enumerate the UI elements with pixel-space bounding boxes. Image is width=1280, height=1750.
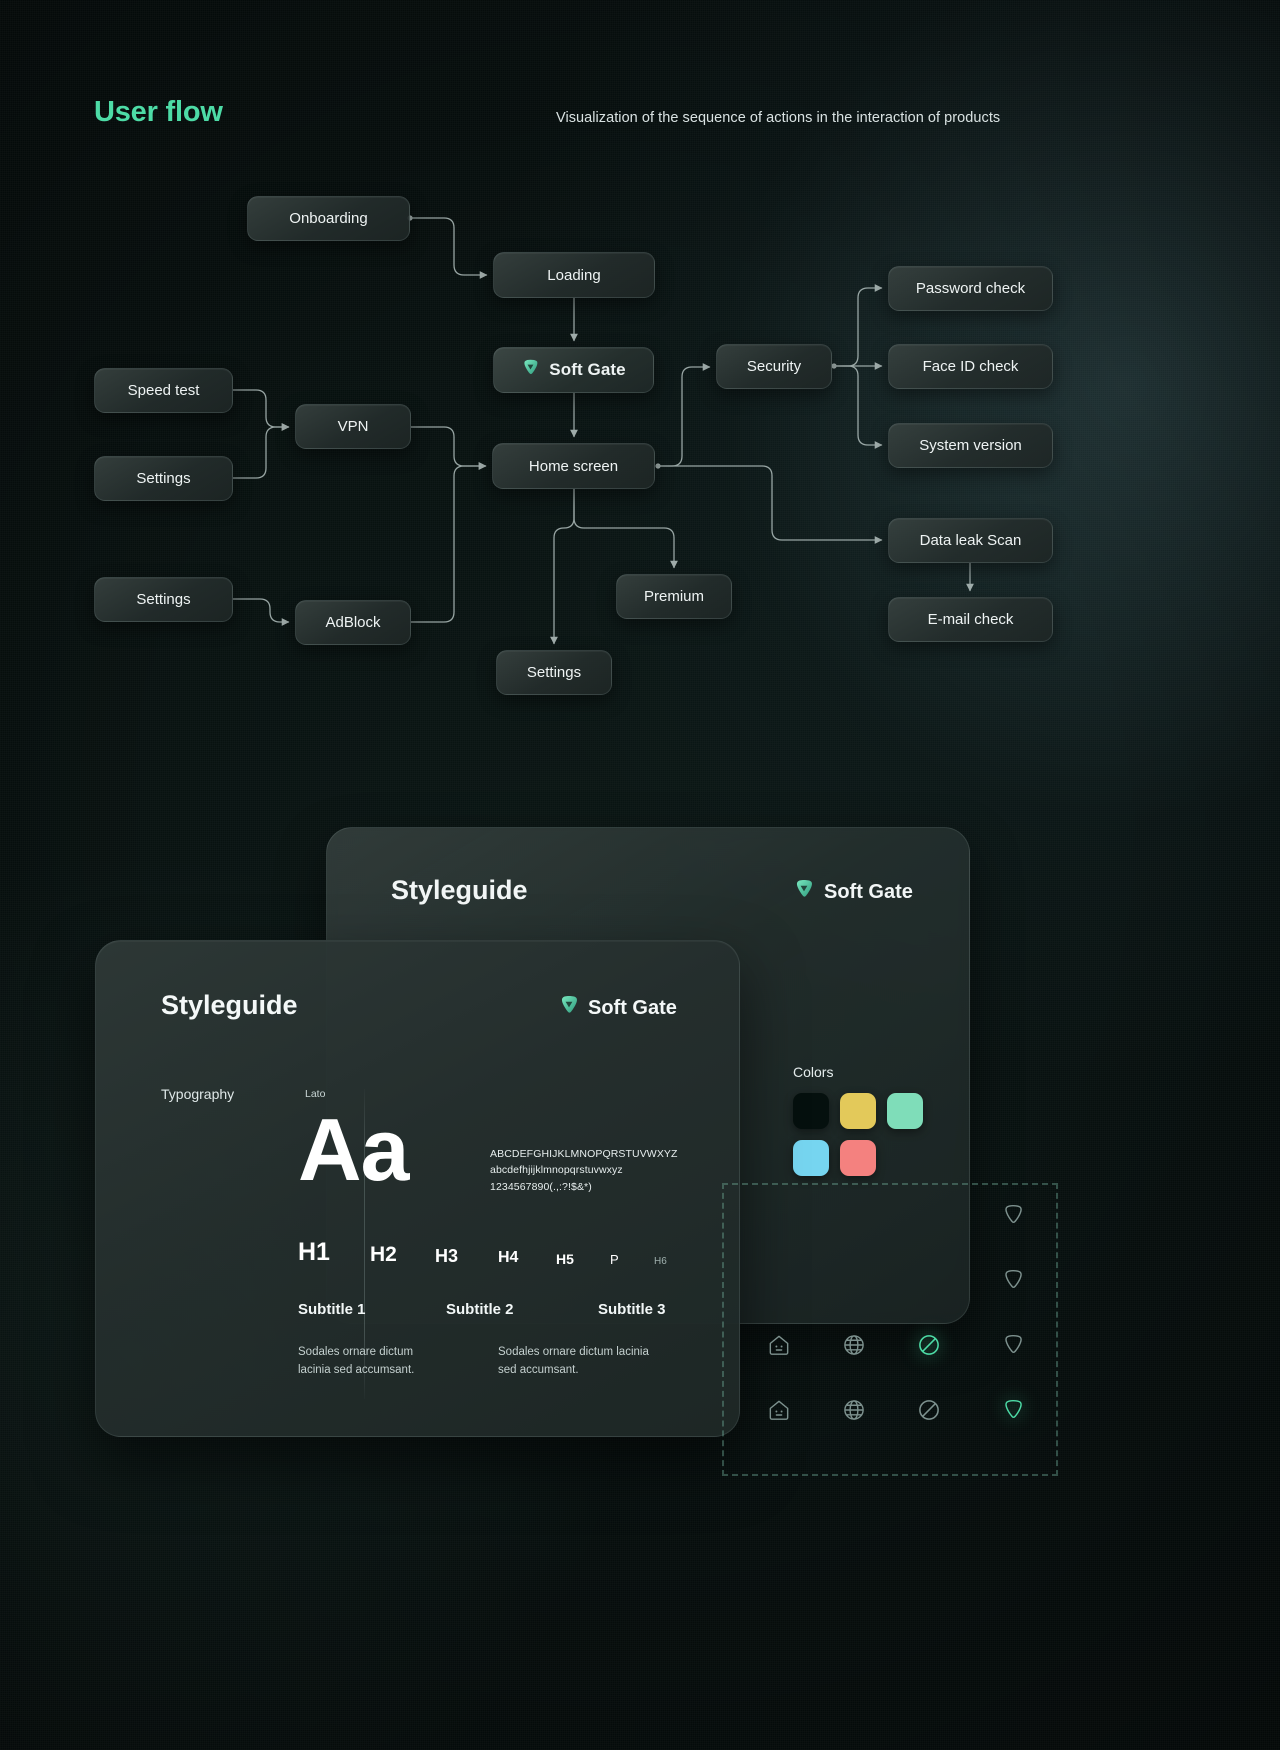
brand-lockup-front: Soft Gate (558, 994, 677, 1022)
flow-node-face-id[interactable]: Face ID check (888, 344, 1053, 389)
shield-icon[interactable] (998, 1265, 1028, 1295)
subtitle-sample-2: Subtitle 2 (446, 1301, 514, 1318)
user-flow-diagram: Onboarding Loading Soft Gate Home screen Sp… (0, 0, 1280, 760)
globe-icon[interactable] (839, 1330, 869, 1360)
icon-set-grid (736, 1200, 1046, 1460)
flow-node-label: Face ID check (922, 358, 1019, 375)
flow-node-speed-test[interactable]: Speed test (94, 368, 233, 413)
flow-node-label: Soft Gate (549, 360, 626, 379)
flow-node-label: Onboarding (289, 210, 368, 227)
home-icon[interactable] (764, 1330, 794, 1360)
flow-node-home-screen[interactable]: Home screen (492, 443, 655, 489)
flow-node-settings-1[interactable]: Settings (94, 456, 233, 501)
flow-node-label: Security (746, 358, 802, 375)
shield-triangle-icon (793, 878, 815, 906)
flow-node-loading[interactable]: Loading (493, 252, 655, 298)
charset-lowercase: abcdefhjijklmnopqrstuvwxyz (490, 1164, 623, 1177)
block-icon[interactable] (914, 1330, 944, 1360)
flow-node-soft-gate[interactable]: Soft Gate (493, 347, 654, 393)
shield-triangle-icon (521, 358, 540, 382)
flow-node-label: Speed test (127, 382, 200, 399)
flow-node-label: Home screen (528, 457, 619, 475)
subtitle-sample-3: Subtitle 3 (598, 1301, 666, 1318)
shield-icon[interactable] (998, 1330, 1028, 1360)
flow-node-label: Settings (526, 664, 582, 681)
flow-node-vpn[interactable]: VPN (295, 404, 411, 449)
flow-node-label: E-mail check (927, 611, 1014, 628)
charset-numerals: 1234567890(.,:?!$&*) (490, 1180, 592, 1193)
heading-sample-h4: H4 (498, 1249, 519, 1266)
body-text-column-1: Sodales ornare dictum lacinia sed accums… (298, 1346, 415, 1376)
flow-node-label: Data leak Scan (919, 532, 1022, 549)
flow-node-onboarding[interactable]: Onboarding (247, 196, 410, 241)
subtitle-sample-1: Subtitle 1 (298, 1301, 366, 1318)
shield-triangle-icon (558, 994, 580, 1022)
styleguide-front-title: Styleguide (161, 990, 298, 1020)
color-swatch-mint[interactable] (887, 1093, 923, 1129)
brand-name-back: Soft Gate (824, 880, 913, 903)
font-family-name: Lato (305, 1088, 326, 1100)
block-icon[interactable] (914, 1395, 944, 1425)
home-icon[interactable] (764, 1395, 794, 1425)
color-swatch-yellow[interactable] (840, 1093, 876, 1129)
heading-sample-h3: H3 (435, 1246, 459, 1266)
flow-node-label: Settings (136, 591, 191, 608)
font-specimen-aa: Aa (298, 1100, 409, 1199)
heading-sample-p: P (610, 1252, 619, 1267)
flow-node-adblock[interactable]: AdBlock (295, 600, 411, 645)
character-set-sample: ABCDEFGHIJKLMNOPQRSTUVWXYZ abcdefhjijklm… (490, 1146, 678, 1195)
flow-node-password[interactable]: Password check (888, 266, 1053, 311)
colors-section-label: Colors (793, 1064, 834, 1080)
flow-node-premium[interactable]: Premium (616, 574, 732, 619)
color-swatch-black[interactable] (793, 1093, 829, 1129)
flow-node-label: Password check (915, 280, 1026, 297)
heading-sample-h6: H6 (654, 1256, 667, 1267)
flow-node-label: System version (919, 437, 1022, 454)
color-swatch-grid (793, 1093, 923, 1176)
globe-icon[interactable] (839, 1395, 869, 1425)
heading-sample-h5: H5 (556, 1251, 574, 1267)
shield-icon[interactable] (998, 1395, 1028, 1425)
brand-name-front: Soft Gate (588, 996, 677, 1019)
heading-scale-row: H1 H2 H3 H4 H5 P H6 (298, 1237, 698, 1267)
flow-node-label: Premium (643, 588, 704, 605)
styleguide-card-front: Styleguide Soft Gate Typography Lato Aa … (95, 940, 740, 1437)
shield-icon[interactable] (998, 1200, 1028, 1230)
flow-node-email-check[interactable]: E-mail check (888, 597, 1053, 642)
flow-node-system-ver[interactable]: System version (888, 423, 1053, 468)
flow-node-settings-3[interactable]: Settings (496, 650, 612, 695)
flow-node-security[interactable]: Security (716, 344, 832, 389)
charset-uppercase: ABCDEFGHIJKLMNOPQRSTUVWXYZ (490, 1148, 678, 1160)
color-swatch-coral[interactable] (840, 1140, 876, 1176)
body-text-column-2: Sodales ornare dictum lacinia sed accums… (498, 1346, 649, 1376)
flow-node-label: AdBlock (325, 614, 381, 631)
flow-node-data-leak[interactable]: Data leak Scan (888, 518, 1053, 563)
brand-lockup-back: Soft Gate (793, 878, 913, 906)
typography-section-label: Typography (161, 1086, 235, 1102)
flow-node-label: Loading (547, 266, 601, 284)
flow-node-settings-2[interactable]: Settings (94, 577, 233, 622)
flow-node-label: Settings (136, 470, 191, 487)
heading-sample-h2: H2 (370, 1243, 397, 1266)
flow-node-label: VPN (337, 418, 369, 435)
heading-sample-h1: H1 (298, 1238, 330, 1266)
styleguide-back-title: Styleguide (391, 875, 528, 905)
color-swatch-cyan[interactable] (793, 1140, 829, 1176)
